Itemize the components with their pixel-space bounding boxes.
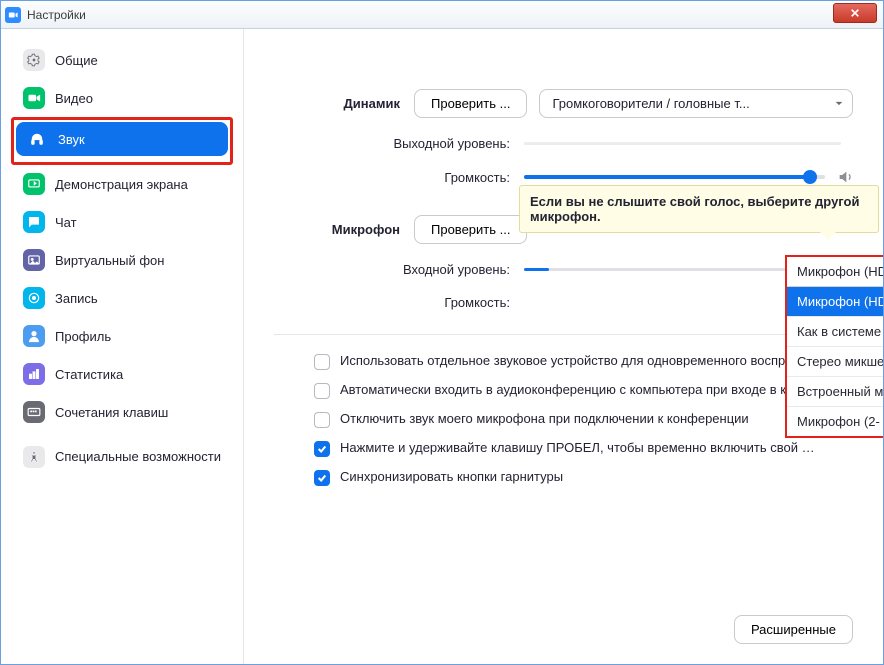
checkbox-icon	[314, 441, 330, 457]
sidebar-item-label: Общие	[55, 53, 98, 68]
mic-volume-label: Громкость:	[274, 295, 524, 310]
main-panel: Динамик Проверить ... Громкоговорители /…	[244, 29, 883, 664]
checkbox-push-to-talk[interactable]: Нажмите и удерживайте клавишу ПРОБЕЛ, чт…	[314, 440, 853, 457]
sidebar-item-accessibility[interactable]: Специальные возможности	[13, 433, 231, 481]
dropdown-option[interactable]: Встроенный микрофон (2- IDT High D…	[787, 376, 883, 406]
sidebar-item-label: Чат	[55, 215, 77, 230]
input-level-row: Входной уровень:	[274, 262, 853, 277]
window-title: Настройки	[27, 8, 86, 22]
sidebar-item-profile[interactable]: Профиль	[13, 319, 231, 353]
sidebar: Общие Видео Звук Демонстрация экрана	[1, 29, 244, 664]
sidebar-item-label: Сочетания клавиш	[55, 405, 168, 420]
sidebar-item-shortcuts[interactable]: Сочетания клавиш	[13, 395, 231, 429]
sidebar-item-general[interactable]: Общие	[13, 43, 231, 77]
footer: Расширенные	[734, 615, 853, 644]
checkbox-separate-audio[interactable]: Использовать отдельное звуковое устройст…	[314, 353, 853, 370]
checkbox-auto-join-audio[interactable]: Автоматически входить в аудиоконференцию…	[314, 382, 853, 399]
profile-icon	[23, 325, 45, 347]
output-level-row: Выходной уровень:	[274, 136, 853, 151]
dropdown-selected[interactable]: Микрофон (HD Webcam C270)	[787, 257, 883, 287]
sidebar-item-label: Специальные возможности	[55, 449, 221, 465]
checkbox-label: Отключить звук моего микрофона при подкл…	[340, 411, 749, 426]
keyboard-icon	[23, 401, 45, 423]
sidebar-item-statistics[interactable]: Статистика	[13, 357, 231, 391]
checkbox-label: Автоматически входить в аудиоконференцию…	[340, 382, 814, 397]
checkbox-icon	[314, 412, 330, 428]
speaker-volume-row: Громкость:	[274, 169, 853, 185]
app-icon	[5, 7, 21, 23]
titlebar: Настройки	[1, 1, 883, 29]
checkbox-icon	[314, 470, 330, 486]
accessibility-icon	[23, 446, 45, 468]
output-level-label: Выходной уровень:	[274, 136, 524, 151]
gear-icon	[23, 49, 45, 71]
checkbox-icon	[314, 383, 330, 399]
speaker-label: Динамик	[274, 96, 414, 111]
share-screen-icon	[23, 173, 45, 195]
sidebar-item-label: Звук	[58, 132, 85, 147]
checkbox-mute-on-join[interactable]: Отключить звук моего микрофона при подкл…	[314, 411, 853, 428]
advanced-button[interactable]: Расширенные	[734, 615, 853, 644]
dropdown-option[interactable]: Микрофон (HD Webcam C270)	[787, 287, 883, 316]
sidebar-item-label: Запись	[55, 291, 98, 306]
record-icon	[23, 287, 45, 309]
sidebar-item-label: Виртуальный фон	[55, 253, 164, 268]
dropdown-option[interactable]: Стерео микшер (2- IDT High Definitio…	[787, 346, 883, 376]
checkbox-label: Нажмите и удерживайте клавишу ПРОБЕЛ, чт…	[340, 440, 820, 455]
speaker-volume-slider[interactable]	[524, 175, 825, 179]
mic-volume-row: Громкость:	[274, 295, 853, 310]
close-button[interactable]	[833, 3, 877, 23]
checkbox-label: Использовать отдельное звуковое устройст…	[340, 353, 820, 368]
output-level-meter	[524, 142, 841, 145]
test-mic-button[interactable]: Проверить ...	[414, 215, 527, 244]
camera-icon	[23, 87, 45, 109]
divider	[274, 334, 853, 335]
sidebar-item-video[interactable]: Видео	[13, 81, 231, 115]
image-icon	[23, 249, 45, 271]
select-value: Микрофон (HD Webcam C270)	[797, 264, 883, 279]
dropdown-option[interactable]: Как в системе	[787, 316, 883, 346]
sidebar-item-label: Профиль	[55, 329, 111, 344]
speaker-volume-label: Громкость:	[274, 170, 524, 185]
checkbox-list: Использовать отдельное звуковое устройст…	[274, 353, 853, 486]
stats-icon	[23, 363, 45, 385]
speaker-row: Динамик Проверить ... Громкоговорители /…	[274, 89, 853, 118]
volume-icon	[837, 169, 853, 185]
mic-tooltip: Если вы не слышите свой голос, выберите …	[519, 185, 879, 233]
checkbox-icon	[314, 354, 330, 370]
mic-label: Микрофон	[274, 222, 414, 237]
dropdown-option[interactable]: Микрофон (2- IDT High Definition Au…	[787, 406, 883, 436]
input-level-label: Входной уровень:	[274, 262, 524, 277]
select-value: Громкоговорители / головные т...	[552, 96, 749, 111]
chevron-down-icon	[834, 96, 844, 111]
sidebar-item-share[interactable]: Демонстрация экрана	[13, 167, 231, 201]
sidebar-item-label: Демонстрация экрана	[55, 177, 188, 192]
sidebar-item-audio[interactable]: Звук	[16, 122, 228, 156]
mic-device-dropdown[interactable]: Микрофон (HD Webcam C270) Микрофон (HD W…	[785, 255, 883, 438]
sidebar-item-label: Видео	[55, 91, 93, 106]
sidebar-item-recording[interactable]: Запись	[13, 281, 231, 315]
sidebar-item-virtual-bg[interactable]: Виртуальный фон	[13, 243, 231, 277]
sidebar-item-label: Статистика	[55, 367, 123, 382]
headphones-icon	[26, 128, 48, 150]
sidebar-item-chat[interactable]: Чат	[13, 205, 231, 239]
speaker-device-select[interactable]: Громкоговорители / головные т...	[539, 89, 853, 118]
chat-icon	[23, 211, 45, 233]
checkbox-sync-headset[interactable]: Синхронизировать кнопки гарнитуры	[314, 469, 853, 486]
checkbox-label: Синхронизировать кнопки гарнитуры	[340, 469, 563, 484]
test-speaker-button[interactable]: Проверить ...	[414, 89, 527, 118]
